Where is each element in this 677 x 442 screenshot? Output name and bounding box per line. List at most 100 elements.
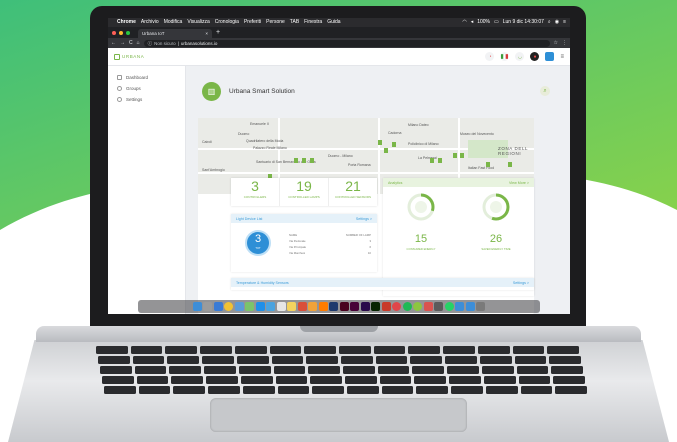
spotlight-icon[interactable]: ⌕ xyxy=(548,18,551,27)
minimize-window-button[interactable] xyxy=(119,30,123,35)
notes-icon[interactable] xyxy=(287,302,297,311)
sidebar-item-label: Dashboard xyxy=(126,75,149,80)
back-icon[interactable]: ← xyxy=(111,40,116,46)
battery-percent: 100% xyxy=(477,19,490,25)
url-text[interactable]: urbanasolutions.io xyxy=(181,40,218,47)
keyboard-key xyxy=(104,386,136,394)
temperature-humidity-title: Temperature & Humidity Sensors xyxy=(236,280,289,285)
volume-icon[interactable]: ◂ xyxy=(471,18,474,27)
browser-tab[interactable]: Urbana IoT × xyxy=(138,29,212,38)
notification-center-icon[interactable]: ≡ xyxy=(563,18,566,27)
app-store-icon[interactable] xyxy=(255,302,265,311)
forward-icon[interactable]: → xyxy=(120,40,125,46)
indesign-icon[interactable] xyxy=(339,302,349,311)
profile-badge-icon[interactable] xyxy=(545,52,555,61)
user-avatar[interactable]: ● xyxy=(530,52,540,61)
notifications-icon[interactable]: ◔ xyxy=(485,52,495,61)
consumed-energy-value: 15 xyxy=(414,233,428,245)
stat-controllers[interactable]: 3 CONTROLLERS xyxy=(231,178,280,206)
finder-icon[interactable] xyxy=(192,302,202,311)
table-row[interactable]: Via Marchesi 10 xyxy=(289,250,371,256)
stat-label: CONTROLLED SENSORS xyxy=(334,195,371,199)
wifi-icon[interactable]: ◠ xyxy=(462,18,466,27)
safari-icon[interactable] xyxy=(213,302,223,311)
spotify-icon[interactable] xyxy=(402,302,412,311)
photos-icon[interactable] xyxy=(308,302,318,311)
keyboard-key xyxy=(373,346,406,354)
bookmark-star-icon[interactable]: ☆ xyxy=(554,40,558,46)
photoshop-icon[interactable] xyxy=(329,302,339,311)
keyboard-key xyxy=(134,366,167,374)
chrome-tab-strip: Urbana IoT × + xyxy=(108,27,570,38)
mail-icon[interactable] xyxy=(234,302,244,311)
keyboard-key xyxy=(202,356,234,364)
chrome-menu-icon[interactable]: ⋮ xyxy=(562,40,567,46)
app-icon[interactable] xyxy=(423,302,433,311)
analytics-header: Analytics View More > xyxy=(383,178,534,187)
menu-visualizza[interactable]: Visualizza xyxy=(187,18,209,27)
search-icon[interactable]: ⌕ xyxy=(540,86,550,96)
chrome-icon[interactable] xyxy=(224,302,234,311)
app-icon[interactable] xyxy=(413,302,423,311)
illustrator-icon[interactable] xyxy=(318,302,328,311)
menu-archivio[interactable]: Archivio xyxy=(141,18,159,27)
keyboard-key xyxy=(271,356,304,364)
downloads-folder-icon[interactable] xyxy=(465,302,475,311)
menu-guida[interactable]: Guida xyxy=(327,18,340,27)
xd-icon[interactable] xyxy=(350,302,360,311)
whatsapp-icon[interactable] xyxy=(444,302,454,311)
photo-booth-icon[interactable] xyxy=(297,302,307,311)
menu-cronologia[interactable]: Cronologia xyxy=(215,18,239,27)
info-icon[interactable]: ⓘ xyxy=(148,40,153,47)
system-preferences-icon[interactable] xyxy=(266,302,276,311)
calendar-icon[interactable] xyxy=(276,302,286,311)
menu-tab[interactable]: TAB xyxy=(290,18,299,27)
urbana-logo[interactable]: URBANA xyxy=(114,53,145,60)
temperature-humidity-settings-link[interactable]: Settings > xyxy=(513,281,529,285)
close-window-button[interactable] xyxy=(112,30,116,35)
menubar-app-name[interactable]: Chrome xyxy=(117,18,136,27)
siri-icon[interactable]: ◉ xyxy=(555,18,559,27)
keyboard-key xyxy=(449,376,481,384)
menu-finestra[interactable]: Finestra xyxy=(304,18,322,27)
app-icon[interactable] xyxy=(392,302,402,311)
reload-icon[interactable]: C xyxy=(129,40,133,46)
app-icon[interactable] xyxy=(434,302,444,311)
battery-icon[interactable]: ▭ xyxy=(494,18,499,27)
home-icon[interactable]: ⌂ xyxy=(137,40,140,46)
light-device-settings-link[interactable]: Settings > xyxy=(356,217,372,221)
launchpad-icon[interactable] xyxy=(203,302,213,311)
language-italy-flag-icon[interactable] xyxy=(500,52,510,61)
folder-icon[interactable] xyxy=(455,302,465,311)
maps-icon[interactable] xyxy=(245,302,255,311)
menu-preferiti[interactable]: Preferiti xyxy=(244,18,261,27)
address-bar[interactable]: ⓘ Non sicuro | urbanasolutions.io xyxy=(143,39,550,47)
sidebar-item-label: Settings xyxy=(126,97,143,102)
analytics-view-more-link[interactable]: View More > xyxy=(509,181,529,185)
sidebar-item-dashboard[interactable]: Dashboard xyxy=(108,72,185,83)
stat-sensors[interactable]: 21 CONTROLLED SENSORS xyxy=(329,178,377,206)
maximize-window-button[interactable] xyxy=(126,30,130,35)
menu-modifica[interactable]: Modifica xyxy=(164,18,183,27)
light-device-list-header: Light Device List Settings > xyxy=(231,214,377,223)
acrobat-icon[interactable] xyxy=(381,302,391,311)
stat-lamps[interactable]: 19 CONTROLLED LAMPS xyxy=(280,178,329,206)
menubar-clock[interactable]: Lun 9 dic 14:30:07 xyxy=(503,18,544,27)
keyboard-key xyxy=(341,356,373,364)
premiere-icon[interactable] xyxy=(360,302,370,311)
sidebar-item-groups[interactable]: Groups xyxy=(108,83,185,94)
keyboard-key xyxy=(100,366,132,374)
signal-icon[interactable]: ◡ xyxy=(515,52,525,61)
keyboard-key xyxy=(236,356,269,364)
sidebar-item-settings[interactable]: Settings xyxy=(108,94,185,105)
trash-icon[interactable] xyxy=(476,302,486,311)
menu-persone[interactable]: Persone xyxy=(266,18,285,27)
tab-close-icon[interactable]: × xyxy=(205,29,208,38)
device-lamp-count: 10 xyxy=(367,251,371,255)
col-lamp-count: NUMBER OF LAMP xyxy=(345,233,371,237)
dreamweaver-icon[interactable] xyxy=(371,302,381,311)
hamburger-menu-icon[interactable]: ≡ xyxy=(560,54,564,60)
keyboard-key xyxy=(443,346,475,354)
new-tab-button[interactable]: + xyxy=(216,28,220,37)
logo-text: URBANA xyxy=(122,54,145,59)
